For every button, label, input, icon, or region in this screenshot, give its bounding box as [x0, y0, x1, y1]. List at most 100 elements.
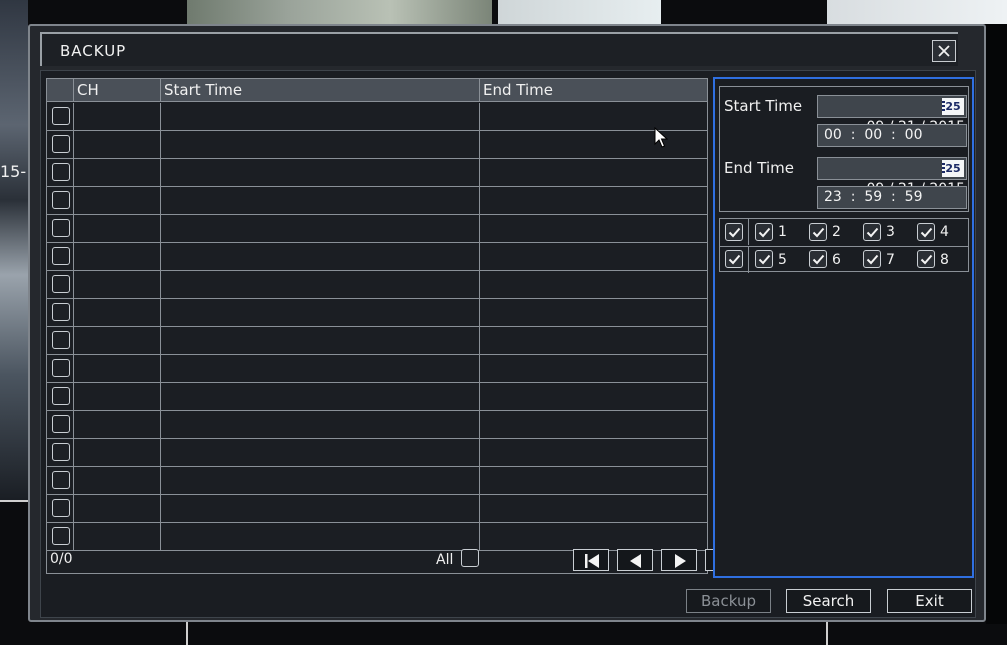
start-time-label: Start Time — [724, 97, 803, 115]
row-select-cell — [47, 439, 73, 466]
calendar-icon[interactable]: 25 — [942, 160, 964, 177]
row-select-all-checkbox[interactable] — [725, 250, 743, 268]
first-page-button[interactable] — [573, 549, 609, 571]
table-row[interactable] — [47, 411, 707, 439]
end-time-cell — [479, 327, 707, 354]
prev-page-button[interactable] — [617, 549, 653, 571]
row-checkbox[interactable] — [52, 303, 70, 321]
row-checkbox[interactable] — [52, 219, 70, 237]
start-time-cell — [160, 131, 479, 158]
table-row[interactable] — [47, 299, 707, 327]
table-row[interactable] — [47, 495, 707, 523]
row-select-cell — [47, 103, 73, 130]
next-page-button[interactable] — [661, 549, 697, 571]
row-select-cell — [47, 215, 73, 242]
ch-cell — [73, 271, 160, 298]
row-select-cell — [47, 243, 73, 270]
table-row[interactable] — [47, 243, 707, 271]
row-checkbox[interactable] — [52, 415, 70, 433]
row-checkbox[interactable] — [52, 499, 70, 517]
table-row[interactable] — [47, 383, 707, 411]
row-checkbox[interactable] — [52, 107, 70, 125]
row-checkbox[interactable] — [52, 443, 70, 461]
row-checkbox[interactable] — [52, 247, 70, 265]
check-icon — [728, 227, 741, 238]
row-checkbox[interactable] — [52, 331, 70, 349]
row-select-cell — [47, 271, 73, 298]
start-time-cell — [160, 103, 479, 130]
ch-cell — [73, 411, 160, 438]
row-select-all-checkbox[interactable] — [725, 223, 743, 241]
record-table: CH Start Time End Time — [46, 78, 708, 574]
ch-cell — [73, 383, 160, 410]
end-time-cell — [479, 411, 707, 438]
channel-selector: 1 2 3 4 5 6 7 8 — [719, 218, 969, 273]
check-icon — [812, 227, 825, 238]
table-row[interactable] — [47, 131, 707, 159]
header-end-time: End Time — [479, 79, 707, 102]
calendar-icon[interactable]: 25 — [942, 98, 964, 115]
row-checkbox[interactable] — [52, 275, 70, 293]
channel-2-label: 2 — [832, 224, 841, 240]
channel-6-checkbox[interactable] — [809, 250, 827, 268]
end-date-field[interactable]: 09 / 21 / 2015 25 — [817, 157, 967, 197]
end-time-field[interactable]: 23 : 59 : 59 — [817, 186, 967, 209]
end-time-cell — [479, 131, 707, 158]
select-all-label: All — [436, 552, 454, 568]
select-all-checkbox[interactable] — [461, 549, 479, 567]
table-row[interactable] — [47, 439, 707, 467]
table-row[interactable] — [47, 215, 707, 243]
ch-cell — [73, 495, 160, 522]
end-time-label: End Time — [724, 159, 794, 177]
start-time-cell — [160, 299, 479, 326]
channel-2-checkbox[interactable] — [809, 223, 827, 241]
channel-8-checkbox[interactable] — [917, 250, 935, 268]
row-select-cell — [47, 383, 73, 410]
row-select-cell — [47, 495, 73, 522]
row-checkbox[interactable] — [52, 191, 70, 209]
ch-cell — [73, 103, 160, 130]
table-row[interactable] — [47, 159, 707, 187]
table-row[interactable] — [47, 187, 707, 215]
end-time-cell — [479, 467, 707, 494]
end-time-cell — [479, 159, 707, 186]
check-icon — [920, 254, 933, 265]
end-time-cell — [479, 383, 707, 410]
row-checkbox[interactable] — [52, 387, 70, 405]
table-row[interactable] — [47, 271, 707, 299]
row-checkbox[interactable] — [52, 163, 70, 181]
row-checkbox[interactable] — [52, 471, 70, 489]
camera-feed-tile — [827, 0, 1007, 24]
search-button[interactable]: Search — [786, 589, 871, 613]
backup-button[interactable]: Backup — [686, 589, 771, 613]
dialog-body: CH Start Time End Time 0/0 All Start Tim… — [40, 70, 976, 618]
ch-cell — [73, 439, 160, 466]
table-row[interactable] — [47, 467, 707, 495]
start-time-field[interactable]: 00 : 00 : 00 — [817, 124, 967, 147]
ch-cell — [73, 299, 160, 326]
start-time-cell — [160, 383, 479, 410]
start-time-cell — [160, 187, 479, 214]
channel-4-checkbox[interactable] — [917, 223, 935, 241]
channel-5-checkbox[interactable] — [755, 250, 773, 268]
table-row[interactable] — [47, 327, 707, 355]
check-icon — [920, 227, 933, 238]
table-row[interactable] — [47, 355, 707, 383]
exit-button[interactable]: Exit — [887, 589, 972, 613]
start-time-cell — [160, 243, 479, 270]
table-row[interactable] — [47, 103, 707, 131]
ch-cell — [73, 215, 160, 242]
row-checkbox[interactable] — [52, 527, 70, 545]
camera-feed-tile — [498, 0, 661, 24]
channel-1-checkbox[interactable] — [755, 223, 773, 241]
grid-divider — [0, 500, 28, 502]
channel-7-checkbox[interactable] — [863, 250, 881, 268]
close-button[interactable] — [932, 40, 956, 62]
close-icon — [938, 45, 950, 57]
start-time-cell — [160, 495, 479, 522]
row-checkbox[interactable] — [52, 135, 70, 153]
end-time-cell — [479, 103, 707, 130]
start-date-field[interactable]: 09 / 21 / 2015 25 — [817, 95, 967, 135]
row-checkbox[interactable] — [52, 359, 70, 377]
channel-3-checkbox[interactable] — [863, 223, 881, 241]
